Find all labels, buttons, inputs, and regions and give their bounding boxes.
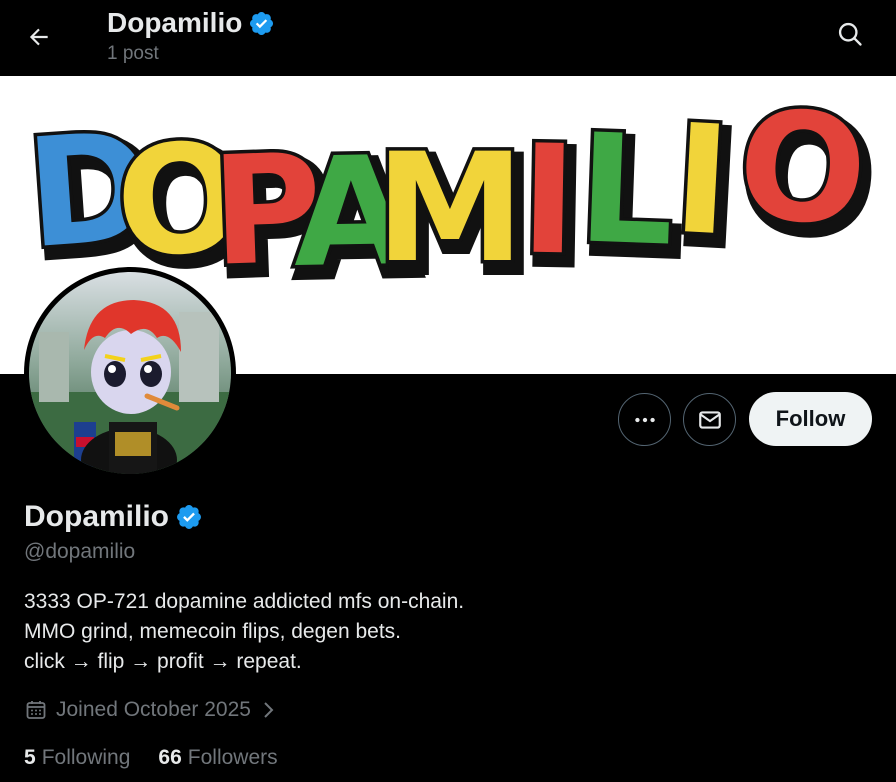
followers-count: 66 [158,746,182,769]
header-title-block: Dopamilio 1 post [107,6,275,65]
profile-bio: 3333 OP-721 dopamine addicted mfs on-cha… [24,587,464,677]
header-title-row: Dopamilio [107,6,275,40]
svg-text:M: M [375,122,524,296]
svg-text:I: I [669,93,734,270]
joined-date[interactable]: Joined October 2025 [24,698,277,722]
bio-line: MMO grind, memecoin flips, degen bets. [24,620,401,643]
more-options-button[interactable] [618,393,671,446]
joined-text: Joined October 2025 [56,698,251,721]
search-button[interactable] [834,18,866,50]
post-count: 1 post [107,43,159,64]
following-label: Following [41,746,131,769]
follow-stats: 5 Following 66 Followers [24,746,278,770]
svg-text:I: I [519,114,578,289]
profile-handle: @dopamilio [24,540,136,563]
banner-letter: II [516,110,591,304]
svg-text:O: O [733,78,872,260]
top-bar: Dopamilio 1 post [0,0,896,76]
profile-name-row: Dopamilio [24,500,203,534]
header-title: Dopamilio [107,7,243,38]
verified-badge-icon [250,11,274,35]
envelope-icon [698,410,721,429]
follow-button[interactable]: Follow [749,392,872,446]
search-icon [838,22,862,46]
followers-label: Followers [187,746,278,769]
calendar-icon [26,701,46,719]
profile-name: Dopamilio [24,500,170,533]
verified-badge-icon [177,505,201,529]
chevron-right-icon [264,702,274,718]
bio-line: 3333 OP-721 dopamine addicted mfs on-cha… [24,590,465,613]
more-horizontal-icon [634,417,655,422]
banner-letter: LL [572,99,690,295]
banner-letter: MM [372,119,538,312]
following-link[interactable]: 5 Following [24,746,130,770]
bio-line: click → flip → profit → repeat. [24,650,302,673]
svg-text:L: L [575,102,677,279]
message-button[interactable] [683,393,736,446]
back-button[interactable] [22,20,56,54]
avatar-image [29,272,231,474]
following-count: 5 [24,746,36,769]
followers-link[interactable]: 66 Followers [158,746,277,770]
banner-letter: OO [729,76,884,276]
arrow-left-icon [29,28,48,46]
avatar[interactable] [24,267,236,479]
banner-letter: II [666,89,747,284]
